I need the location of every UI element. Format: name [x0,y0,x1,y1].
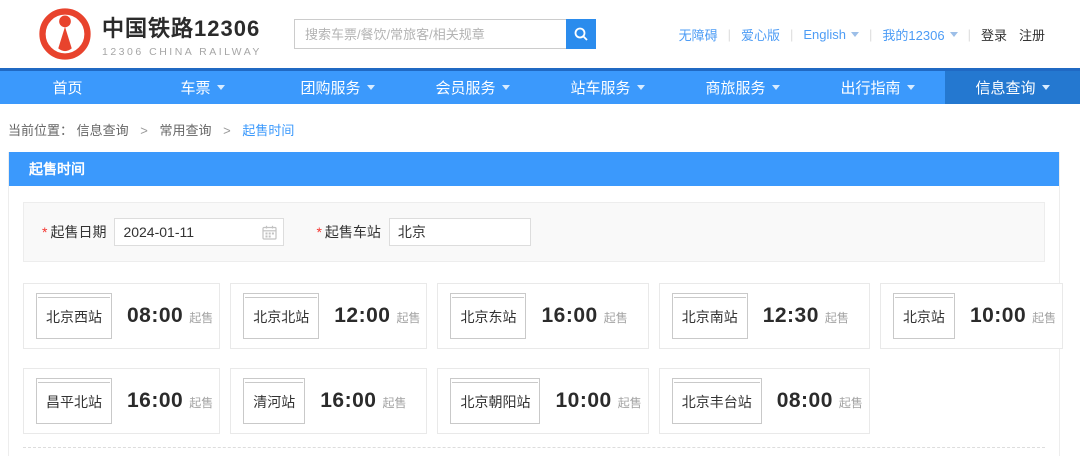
breadcrumb-separator: > [223,123,231,138]
logo-subtitle: 12306 CHINA RAILWAY [102,45,262,58]
sale-time: 10:00 [555,389,612,412]
breadcrumb-prefix: 当前位置： [8,123,74,138]
station-card: 北京北站 12:00 起售 [230,283,428,349]
station-sign: 清河站 [243,378,306,424]
chevron-down-icon [851,31,860,37]
divider: | [727,26,731,42]
search-button[interactable] [565,19,596,49]
sale-suffix: 起售 [824,311,849,325]
search-bar [293,19,596,49]
station-card: 北京西站 08:00 起售 [23,283,221,349]
top-links: 无障碍 | 爱心版 | English | 我的12306 | 登录 注册 [679,25,1045,44]
nav-item-info-query[interactable]: 信息查询 [945,71,1080,104]
breadcrumb-current: 起售时间 [242,123,295,138]
sale-date-input[interactable] [115,219,284,245]
divider-dashed [23,447,1045,448]
station-sign: 北京北站 [243,293,320,339]
sale-station-label: 起售车站 [324,224,381,240]
breadcrumb: 当前位置： 信息查询 > 常用查询 > 起售时间 [0,104,1080,152]
nav-item-member-services[interactable]: 会员服务 [405,71,540,104]
link-care-version[interactable]: 爱心版 [741,25,780,44]
station-sign: 北京东站 [450,293,527,339]
station-card: 北京南站 12:30 起售 [658,283,870,349]
station-sign: 北京站 [892,293,955,339]
sale-suffix: 起售 [189,311,214,325]
sale-suffix: 起售 [617,396,642,410]
railway-logo-icon [38,7,92,61]
sale-time: 16:00 [127,389,184,412]
chevron-down-icon [771,85,780,90]
sale-suffix: 起售 [189,396,214,410]
station-card: 昌平北站 16:00 起售 [23,368,221,434]
breadcrumb-separator: > [140,123,148,138]
sale-time: 12:30 [762,304,819,327]
nav-item-travel-guide[interactable]: 出行指南 [810,71,945,104]
chevron-down-icon [636,85,645,90]
nav-item-station-services[interactable]: 站车服务 [540,71,675,104]
divider: | [790,26,794,42]
link-english[interactable]: English [803,27,860,42]
sale-suffix: 起售 [1032,311,1057,325]
required-mark: * [42,224,48,240]
station-sign: 昌平北站 [36,378,112,424]
sale-time: 12:00 [334,304,391,327]
divider: | [869,26,873,42]
sale-suffix: 起售 [838,396,863,410]
station-sign: 北京朝阳站 [450,378,541,424]
sale-date-field [114,218,285,246]
station-card: 北京东站 16:00 起售 [437,283,649,349]
sale-time: 08:00 [127,304,184,327]
station-card: 北京朝阳站 10:00 起售 [437,368,649,434]
chevron-down-icon [216,85,225,90]
sale-suffix: 起售 [603,311,628,325]
nav-item-group-services[interactable]: 团购服务 [270,71,405,104]
link-login[interactable]: 登录 [981,25,1007,44]
station-card: 清河站 16:00 起售 [230,368,428,434]
station-card: 北京丰台站 08:00 起售 [658,368,870,434]
sale-time: 16:00 [541,304,598,327]
sale-station-input[interactable] [389,219,530,245]
main-nav: 首页 车票 团购服务 会员服务 站车服务 商旅服务 出行指南 信息查询 [0,68,1080,104]
nav-item-home[interactable]: 首页 [0,71,135,104]
logo[interactable]: 中国铁路12306 12306 CHINA RAILWAY [38,7,262,61]
search-input[interactable] [293,19,566,49]
search-icon [573,26,589,42]
nav-item-tickets[interactable]: 车票 [135,71,270,104]
panel-title: 起售时间 [9,152,1059,186]
link-register[interactable]: 注册 [1019,25,1045,44]
chevron-down-icon [949,31,958,37]
station-sign: 北京南站 [671,293,748,339]
divider: | [967,26,971,42]
nav-item-business-travel[interactable]: 商旅服务 [675,71,810,104]
link-my12306[interactable]: 我的12306 [882,25,958,44]
sale-time: 16:00 [320,389,377,412]
station-sign: 北京丰台站 [671,378,762,424]
chevron-down-icon [1041,85,1050,90]
query-form: * 起售日期 * 起售车站 [23,202,1045,262]
chevron-down-icon [906,85,915,90]
sale-station-field [388,218,531,246]
station-sign: 北京西站 [36,293,112,339]
logo-text: 中国铁路12306 12306 CHINA RAILWAY [102,11,262,58]
breadcrumb-info-query[interactable]: 信息查询 [77,123,129,138]
station-cards-grid: 北京西站 08:00 起售 北京北站 12:00 起售 北京东站 16:00 起售 北… [23,283,1064,434]
site-header: 中国铁路12306 12306 CHINA RAILWAY 无障碍 | 爱心版 … [0,0,1080,68]
required-mark: * [316,224,322,240]
station-card: 北京站 10:00 起售 [879,283,1064,349]
sale-time-panel: 起售时间 * 起售日期 * 起售车站 [8,152,1064,456]
link-accessibility[interactable]: 无障碍 [679,25,718,44]
logo-title: 中国铁路12306 [102,15,261,41]
sale-suffix: 起售 [382,396,407,410]
chevron-down-icon [366,85,375,90]
chevron-down-icon [501,85,510,90]
breadcrumb-common-query[interactable]: 常用查询 [160,123,212,138]
sale-date-label: 起售日期 [50,224,107,240]
sale-time: 08:00 [776,389,833,412]
sale-suffix: 起售 [396,311,421,325]
sale-time: 10:00 [969,304,1027,327]
